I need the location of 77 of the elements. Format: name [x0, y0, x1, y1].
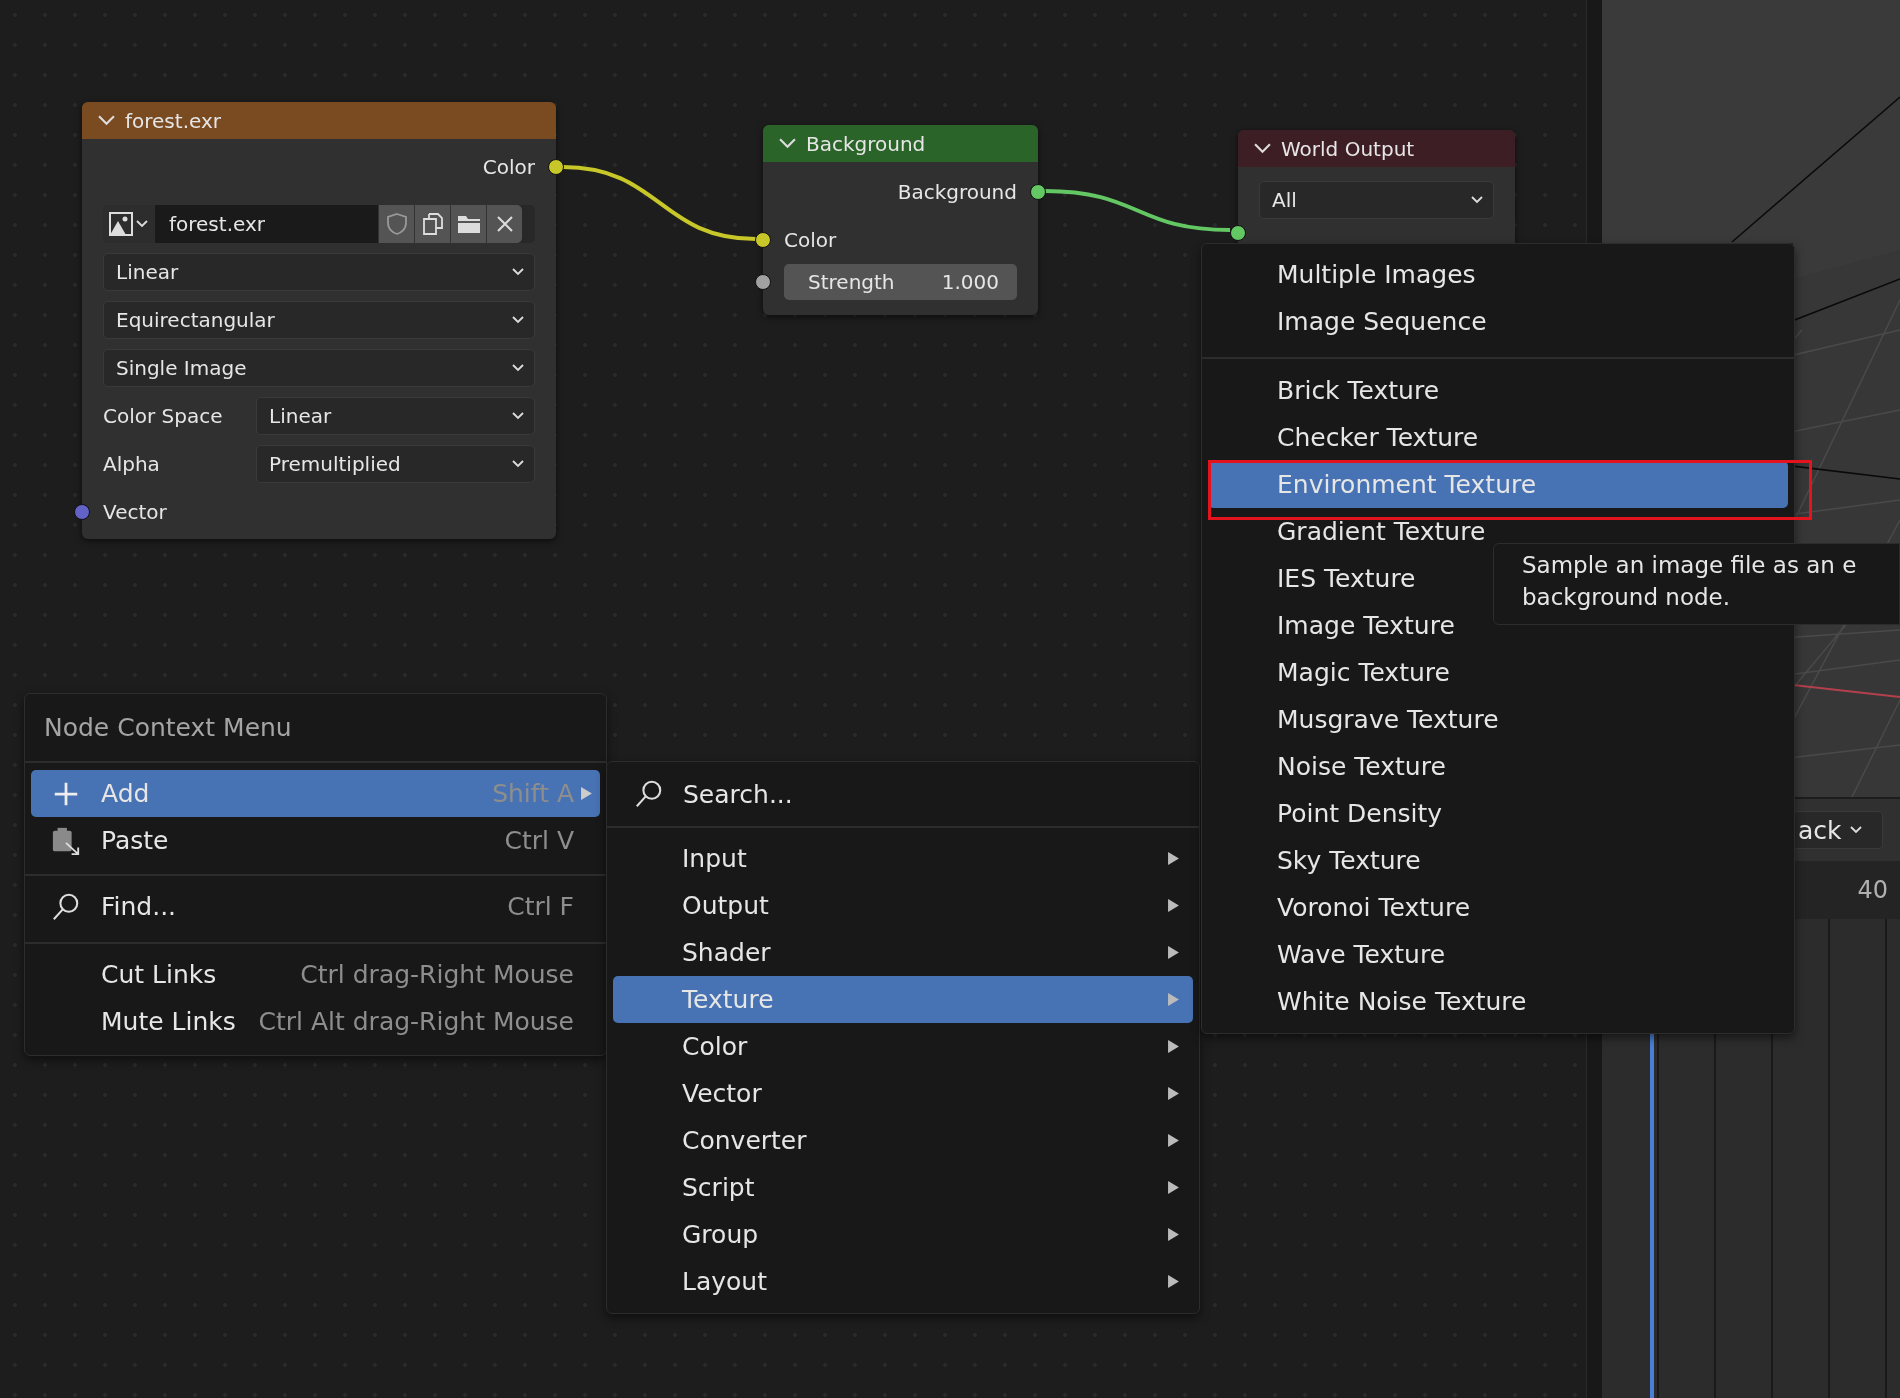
menu-item[interactable]: Brick Texture: [1208, 367, 1788, 414]
menu-item[interactable]: Image Sequence: [1208, 298, 1788, 345]
socket-label: Color: [482, 155, 535, 179]
socket-label: Background: [897, 180, 1017, 204]
dropdown[interactable]: ack: [1793, 811, 1883, 849]
image-icon: [109, 212, 133, 236]
image-name-field[interactable]: forest.exr: [155, 205, 378, 243]
search-icon: [51, 891, 81, 922]
menu-item[interactable]: Script: [613, 1164, 1193, 1211]
number-field[interactable]: Strength 1.000: [784, 264, 1017, 300]
menu-item[interactable]: Paste Ctrl V: [31, 817, 600, 864]
socket-label: Vector: [103, 500, 167, 524]
search-icon: [634, 779, 664, 809]
menu-item[interactable]: Vector: [613, 1070, 1193, 1117]
menu-item[interactable]: Mute Links Ctrl Alt drag-Right Mouse: [31, 998, 600, 1045]
shield-icon: [384, 212, 409, 236]
menu-item[interactable]: Voronoi Texture: [1208, 884, 1788, 931]
chevron-icon[interactable]: [779, 138, 796, 149]
menu-item[interactable]: Environment Texture: [1208, 461, 1788, 508]
chevron-icon: [1849, 826, 1862, 834]
menu-item[interactable]: Input: [613, 835, 1193, 882]
fake-user-button[interactable]: [378, 205, 414, 243]
menu-item[interactable]: Layout: [613, 1258, 1193, 1305]
dropdown[interactable]: All: [1259, 181, 1494, 219]
menu-item[interactable]: Group: [613, 1211, 1193, 1258]
dropdown[interactable]: Linear: [256, 397, 535, 435]
chevron-icon[interactable]: [1254, 143, 1271, 154]
menu-item[interactable]: Add Shift A: [31, 770, 600, 817]
menu-item[interactable]: Find... Ctrl F: [31, 883, 600, 930]
close-button[interactable]: [486, 205, 522, 243]
chevron-icon: [512, 316, 524, 324]
input-socket[interactable]: [74, 504, 90, 520]
socket-label: Color: [784, 228, 837, 252]
input-socket[interactable]: [1230, 225, 1246, 241]
tooltip: Sample an image file as an e background node.: [1493, 543, 1900, 625]
dropdown[interactable]: Premultiplied: [256, 445, 535, 483]
menu-item[interactable]: Sky Texture: [1208, 837, 1788, 884]
copy-icon: [420, 212, 445, 236]
menu-item[interactable]: Point Density: [1208, 790, 1788, 837]
chevron-icon: [512, 364, 524, 372]
chevron-icon[interactable]: [98, 115, 115, 126]
chevron-icon: [512, 460, 524, 468]
input-socket[interactable]: [755, 232, 771, 248]
menu-item[interactable]: Multiple Images: [1208, 251, 1788, 298]
menu-item[interactable]: Wave Texture: [1208, 931, 1788, 978]
input-socket[interactable]: [755, 274, 771, 290]
menu-item[interactable]: Noise Texture: [1208, 743, 1788, 790]
menu-item[interactable]: Texture: [613, 976, 1193, 1023]
menu-item[interactable]: Output: [613, 882, 1193, 929]
menu-item[interactable]: Color: [613, 1023, 1193, 1070]
menu-item[interactable]: Shader: [613, 929, 1193, 976]
chevron-icon: [512, 268, 524, 276]
dropdown[interactable]: Equirectangular: [103, 301, 535, 339]
frame-number: 40: [1857, 876, 1888, 904]
chevron-icon: [512, 412, 524, 420]
menu-item[interactable]: White Noise Texture: [1208, 978, 1788, 1025]
chevron-icon: [1471, 196, 1483, 204]
open-button[interactable]: [450, 205, 486, 243]
menu-item[interactable]: Cut Links Ctrl drag-Right Mouse: [31, 951, 600, 998]
search-field[interactable]: Search...: [681, 778, 1085, 810]
duplicate-button[interactable]: [414, 205, 450, 243]
node-title: Background: [806, 131, 926, 156]
menu-item[interactable]: Checker Texture: [1208, 414, 1788, 461]
menu-item[interactable]: Musgrave Texture: [1208, 696, 1788, 743]
dropdown[interactable]: Linear: [103, 253, 535, 291]
menu-item[interactable]: Converter: [613, 1117, 1193, 1164]
property-label: Alpha: [103, 452, 161, 476]
output-socket[interactable]: [1030, 184, 1046, 200]
chevron-icon: [136, 220, 148, 228]
clipboard-icon: [51, 825, 81, 856]
node-title: forest.exr: [125, 108, 221, 133]
property-label: Color Space: [103, 404, 224, 428]
output-socket[interactable]: [548, 159, 564, 175]
node-title: World Output: [1281, 136, 1415, 161]
menu-title: Node Context Menu: [25, 694, 606, 763]
dropdown[interactable]: Single Image: [103, 349, 535, 387]
menu-item[interactable]: Magic Texture: [1208, 649, 1788, 696]
